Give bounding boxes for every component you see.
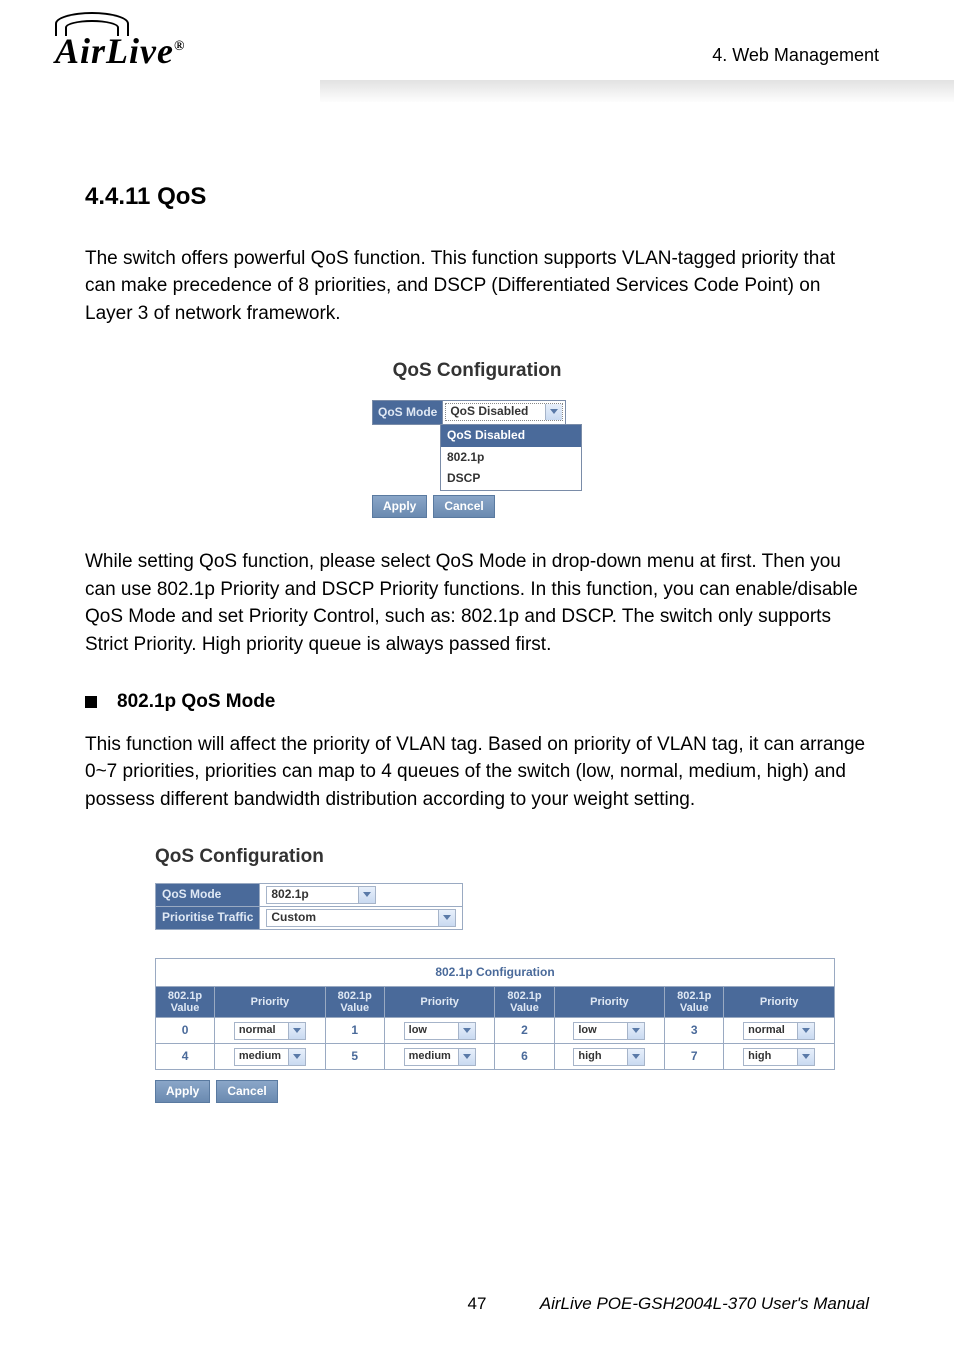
chevron-down-icon [438, 910, 455, 926]
ptable-title: 802.1p Configuration [156, 958, 835, 986]
p-value: 7 [665, 1044, 724, 1070]
figure1-title: QoS Configuration [85, 357, 869, 385]
col-value: 802.1pValue [325, 986, 384, 1017]
priority-select-3[interactable]: normal [743, 1022, 815, 1040]
chevron-down-icon [288, 1023, 305, 1039]
p-value: 4 [156, 1044, 215, 1070]
priority-select-6[interactable]: high [573, 1048, 645, 1066]
p-value: 3 [665, 1018, 724, 1044]
section-heading: 4.4.11 QoS [85, 180, 869, 215]
cancel-button[interactable]: Cancel [433, 495, 494, 518]
priority-select-2[interactable]: low [573, 1022, 645, 1040]
header-banner [320, 80, 954, 102]
cfg-label: QoS Mode [156, 884, 260, 907]
cancel-button-2[interactable]: Cancel [216, 1080, 277, 1103]
p-value: 2 [495, 1018, 554, 1044]
qos-mode-box: QoS Mode QoS Disabled [372, 400, 566, 425]
col-priority: Priority [554, 986, 665, 1017]
col-priority: Priority [384, 986, 495, 1017]
priority-select-5[interactable]: medium [404, 1048, 476, 1066]
chevron-down-icon [358, 887, 375, 903]
8021p-config-table: 802.1p Configuration 802.1pValue Priorit… [155, 958, 835, 1071]
chevron-down-icon [458, 1049, 475, 1065]
apply-button-2[interactable]: Apply [155, 1080, 210, 1103]
chevron-down-icon [288, 1049, 305, 1065]
mid-paragraph: While setting QoS function, please selec… [85, 548, 869, 658]
chapter-label: 4. Web Management [712, 45, 879, 66]
dropdown-option[interactable]: 802.1p [441, 447, 581, 468]
figure-qos-config-2: QoS Configuration QoS Mode 802.1p Priori… [155, 843, 869, 1103]
figure-qos-config-1: QoS Configuration QoS Mode QoS Disabled [85, 357, 869, 518]
brand-logo: AirLive® [55, 30, 185, 72]
col-value: 802.1pValue [495, 986, 554, 1017]
manual-title: AirLive POE-GSH2004L-370 User's Manual [540, 1294, 869, 1314]
qos-mode-label: QoS Mode [373, 401, 443, 424]
cfg-label: Prioritise Traffic [156, 907, 260, 930]
qos-mode-dropdown: QoS Disabled 802.1p DSCP [440, 424, 582, 490]
bullet-square-icon [85, 696, 97, 708]
subsection-heading: 802.1p QoS Mode [85, 688, 869, 716]
chevron-down-icon [458, 1023, 475, 1039]
figure2-title: QoS Configuration [155, 843, 869, 871]
intro-paragraph: The switch offers powerful QoS function.… [85, 245, 869, 328]
prioritise-traffic-select[interactable]: Custom [266, 909, 456, 927]
chevron-down-icon [627, 1023, 644, 1039]
chevron-down-icon [797, 1023, 814, 1039]
p-value: 6 [495, 1044, 554, 1070]
dropdown-option[interactable]: DSCP [441, 468, 581, 489]
chevron-down-icon [797, 1049, 814, 1065]
qos-mode-select-2[interactable]: 802.1p [266, 886, 376, 904]
dropdown-option[interactable]: QoS Disabled [441, 425, 581, 446]
qos-config-table: QoS Mode 802.1p Prioritise Traffic Custo… [155, 883, 463, 930]
p-value: 0 [156, 1018, 215, 1044]
priority-select-4[interactable]: medium [234, 1048, 306, 1066]
chevron-down-icon [545, 404, 562, 420]
p-value: 1 [325, 1018, 384, 1044]
bullet-paragraph: This function will affect the priority o… [85, 731, 869, 814]
priority-select-0[interactable]: normal [234, 1022, 306, 1040]
col-priority: Priority [724, 986, 835, 1017]
chevron-down-icon [627, 1049, 644, 1065]
priority-select-1[interactable]: low [404, 1022, 476, 1040]
brand-text: AirLive [55, 31, 174, 71]
qos-mode-select[interactable]: QoS Disabled [445, 403, 563, 421]
col-priority: Priority [215, 986, 326, 1017]
col-value: 802.1pValue [156, 986, 215, 1017]
col-value: 802.1pValue [665, 986, 724, 1017]
page-number: 47 [468, 1294, 487, 1314]
p-value: 5 [325, 1044, 384, 1070]
priority-select-7[interactable]: high [743, 1048, 815, 1066]
apply-button[interactable]: Apply [372, 495, 427, 518]
